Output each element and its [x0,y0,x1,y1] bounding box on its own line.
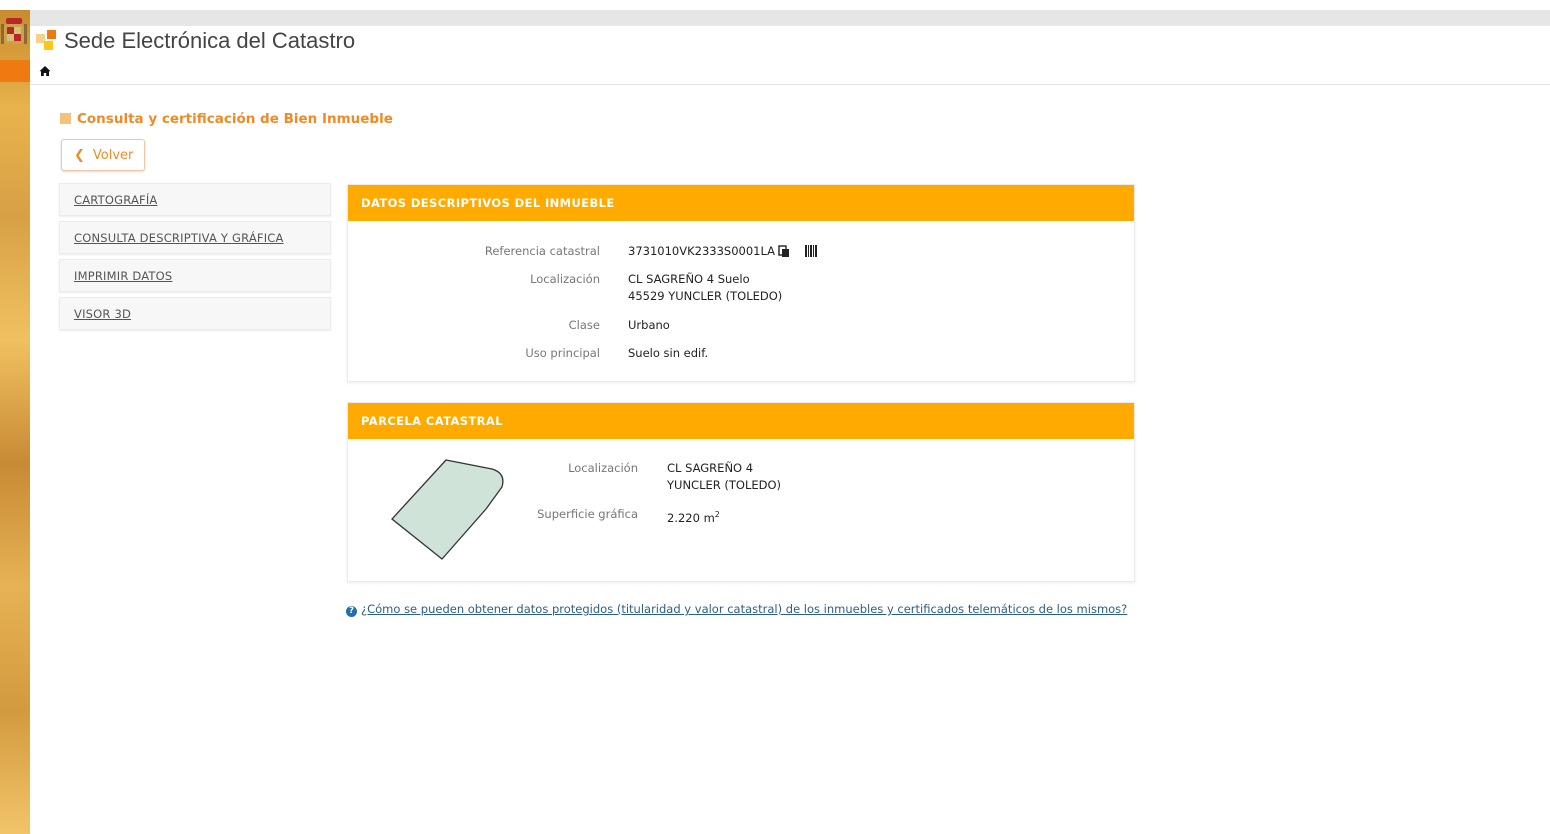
parcela-localizacion-line1: CL SAGREÑO 4 [667,461,754,475]
copy-icon[interactable] [778,245,790,258]
superficie-number: 2.220 m [667,510,715,525]
sidebar-item-label[interactable]: IMPRIMIR DATOS [74,269,172,283]
help-link-row: ? ¿Cómo se pueden obtener datos protegido… [346,602,1127,617]
side-banner-accent [0,60,30,82]
catastro-logo-icon [36,30,56,50]
sidebar-item-cartografia[interactable]: CARTOGRAFÍA [59,183,331,216]
back-button[interactable]: ❮ Volver [61,139,145,171]
clase-value: Urbano [628,318,670,332]
parcela-panel-title: PARCELA CATASTRAL [348,403,1134,439]
page-heading: Consulta y certificación de Bien Inmuebl… [60,111,393,127]
sidebar-item-label[interactable]: VISOR 3D [74,307,131,321]
home-icon[interactable] [39,65,51,77]
browser-top-strip [0,10,1550,26]
referencia-label: Referencia catastral [484,244,600,258]
superficie-value: 2.220 m2 [667,506,720,527]
datos-panel-title: DATOS DESCRIPTIVOS DEL INMUEBLE [348,185,1134,221]
decorative-side-banner [0,10,30,834]
uso-principal-value: Suelo sin edif. [628,346,709,360]
site-title[interactable]: Sede Electrónica del Catastro [64,28,355,54]
sidebar-item-label[interactable]: CONSULTA DESCRIPTIVA Y GRÁFICA [74,231,284,245]
back-button-label: Volver [92,147,134,163]
sidebar-item-label[interactable]: CARTOGRAFÍA [74,193,158,207]
sidebar-item-consulta[interactable]: CONSULTA DESCRIPTIVA Y GRÁFICA [59,221,331,254]
page-heading-text: Consulta y certificación de Bien Inmuebl… [77,111,393,127]
breadcrumb-bar [30,60,1550,85]
coat-of-arms-logo [1,18,27,44]
parcela-localizacion-line2: YUNCLER (TOLEDO) [667,478,782,492]
sidebar-item-visor-3d[interactable]: VISOR 3D [59,297,331,330]
help-circle-icon: ? [346,606,357,617]
sidebar-item-imprimir[interactable]: IMPRIMIR DATOS [59,259,331,292]
barcode-icon[interactable] [805,244,818,258]
parcela-localizacion-label: Localización [568,461,638,475]
superficie-label: Superficie gráfica [537,507,638,521]
superficie-unit-superscript: 2 [714,510,720,519]
localizacion-line1: CL SAGREÑO 4 Suelo [628,272,750,286]
heading-square-icon [60,113,71,124]
chevron-left-icon: ❮ [74,147,85,163]
uso-principal-label: Uso principal [525,346,600,360]
referencia-value: 3731010VK2333S0001LA [628,244,775,258]
help-link[interactable]: ¿Cómo se pueden obtener datos protegidos… [361,602,1127,616]
clase-label: Clase [568,318,600,332]
localizacion-label: Localización [530,272,600,286]
localizacion-line2: 45529 YUNCLER (TOLEDO) [628,289,783,303]
